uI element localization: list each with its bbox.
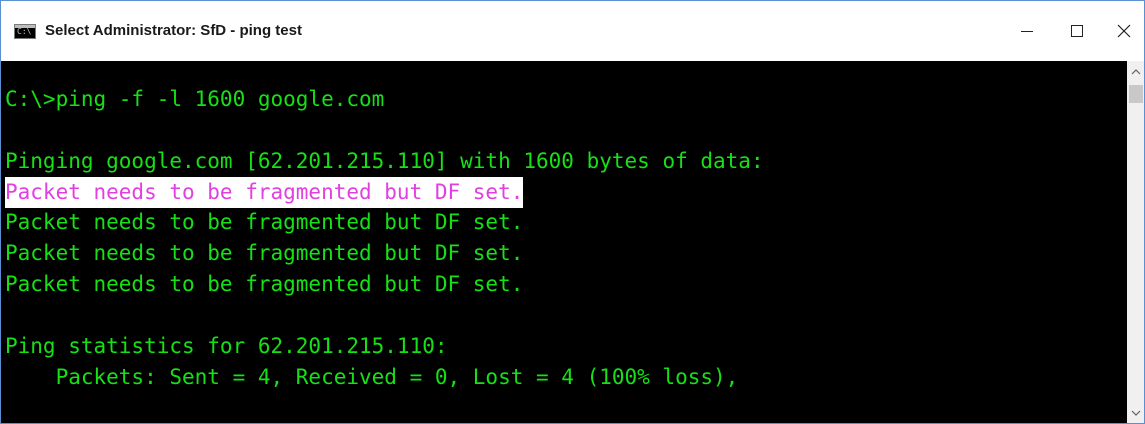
scroll-up-arrow-icon [1131, 69, 1141, 75]
scroll-up-button[interactable] [1127, 61, 1144, 83]
cmd-console-icon[interactable]: C:\ [14, 24, 36, 39]
minimize-icon [1021, 31, 1033, 32]
vertical-scrollbar[interactable] [1127, 61, 1144, 423]
close-button[interactable] [1099, 1, 1144, 61]
console-line: Ping statistics for 62.201.215.110: [5, 334, 448, 358]
console-line-selected: Packet needs to be fragmented but DF set… [5, 177, 524, 208]
console-line: Packet needs to be fragmented but DF set… [5, 210, 524, 234]
maximize-icon [1071, 25, 1083, 37]
maximize-button[interactable] [1052, 1, 1102, 61]
console-window: C:\ Select Administrator: SfD - ping tes… [0, 0, 1145, 424]
cmd-icon-text: C:\ [17, 27, 32, 36]
console-line: Packet needs to be fragmented but DF set… [5, 241, 524, 265]
title-bar[interactable]: C:\ Select Administrator: SfD - ping tes… [1, 1, 1144, 61]
window-title: Select Administrator: SfD - ping test [45, 22, 302, 39]
console-line: Packets: Sent = 4, Received = 0, Lost = … [5, 365, 739, 389]
scroll-down-button[interactable] [1127, 402, 1144, 423]
console-line: Packet needs to be fragmented but DF set… [5, 272, 524, 296]
scroll-down-arrow-icon [1131, 410, 1141, 416]
close-icon [1117, 24, 1131, 38]
console-output[interactable]: C:\>ping -f -l 1600 google.com Pinging g… [1, 61, 1127, 423]
scrollbar-thumb[interactable] [1129, 85, 1143, 103]
console-line: Pinging google.com [62.201.215.110] with… [5, 149, 764, 173]
console-line: C:\>ping -f -l 1600 google.com [5, 87, 385, 111]
minimize-button[interactable] [1002, 1, 1052, 61]
